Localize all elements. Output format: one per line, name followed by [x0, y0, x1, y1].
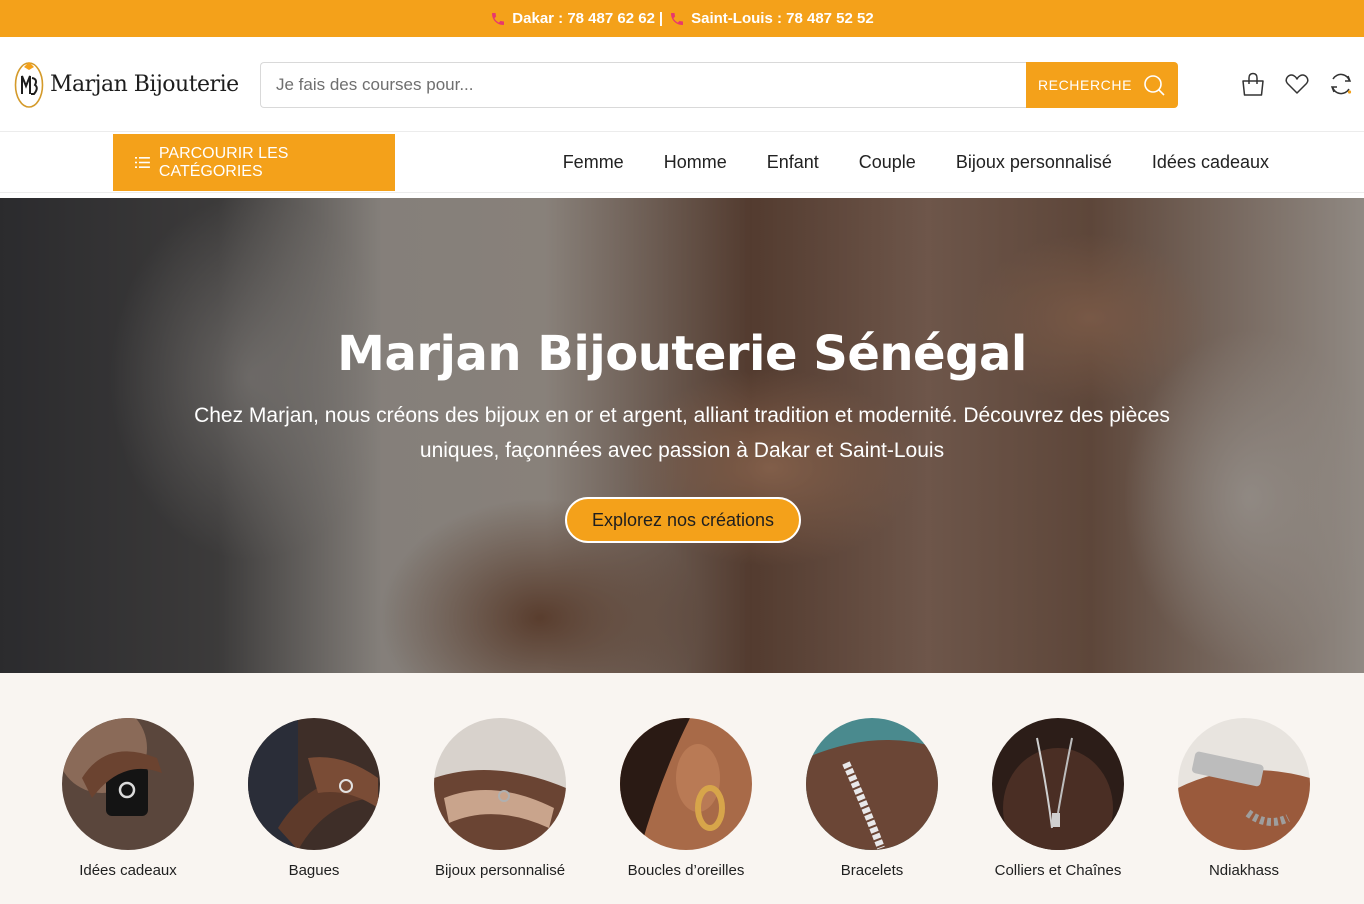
wishlist-button[interactable] — [1284, 70, 1310, 98]
browse-categories-button[interactable]: PARCOURIR LES CATÉGORIES — [113, 134, 395, 191]
nav-links: Femme Homme Enfant Couple Bijoux personn… — [563, 133, 1269, 191]
site-logo[interactable]: Marjan Bijouterie — [14, 58, 239, 110]
necklace-photo — [992, 718, 1124, 850]
saint-louis-phone-text: Saint-Louis : 78 487 52 52 — [691, 10, 874, 27]
category-image — [806, 718, 938, 850]
category-idees-cadeaux[interactable]: Idées cadeaux — [35, 718, 221, 879]
dakar-phone[interactable]: Dakar : 78 487 62 62 — [490, 10, 655, 27]
nav-link-idees-cadeaux[interactable]: Idées cadeaux — [1152, 152, 1269, 173]
category-image — [434, 718, 566, 850]
refresh-icon — [1330, 73, 1352, 95]
category-boucles-oreilles[interactable]: Boucles d’oreilles — [593, 718, 779, 879]
dakar-phone-text: Dakar : 78 487 62 62 — [512, 10, 655, 27]
category-bagues[interactable]: Bagues — [221, 718, 407, 879]
shopping-bag-icon — [1242, 72, 1264, 96]
search-icon — [1144, 75, 1165, 96]
category-label: Colliers et Chaînes — [994, 862, 1122, 879]
hero-description: Chez Marjan, nous créons des bijoux en o… — [194, 404, 1170, 462]
category-label: Bracelets — [840, 862, 904, 879]
category-image — [620, 718, 752, 850]
logo-mark-icon — [14, 62, 44, 108]
logo-text: Marjan Bijouterie — [50, 71, 239, 97]
category-image — [62, 718, 194, 850]
category-image — [248, 718, 380, 850]
search-button[interactable]: RECHERCHE — [1026, 62, 1178, 108]
contact-separator: | — [658, 10, 664, 27]
category-label: Boucles d’oreilles — [627, 862, 745, 879]
hero-title: Marjan Bijouterie Sénégal — [337, 326, 1027, 382]
nav-link-couple[interactable]: Couple — [859, 152, 916, 173]
heart-icon — [1285, 74, 1309, 94]
hero-banner: Marjan Bijouterie Sénégal Chez Marjan, n… — [0, 198, 1364, 673]
nav-link-enfant[interactable]: Enfant — [767, 152, 819, 173]
category-label: Bagues — [288, 862, 340, 879]
nav-link-femme[interactable]: Femme — [563, 152, 624, 173]
category-label: Ndiakhass — [1208, 862, 1280, 879]
contact-bar: Dakar : 78 487 62 62 | Saint-Louis : 78 … — [0, 0, 1364, 37]
category-bracelets[interactable]: Bracelets — [779, 718, 965, 879]
phone-icon — [492, 12, 505, 25]
bracelet-photo — [806, 718, 938, 850]
nav-link-homme[interactable]: Homme — [664, 152, 727, 173]
cart-button[interactable] — [1240, 70, 1266, 98]
category-carousel: Idées cadeaux Bagues Bijoux personnalisé… — [0, 673, 1364, 904]
browse-categories-label: PARCOURIR LES CATÉGORIES — [158, 144, 289, 180]
cuff-bracelet-photo — [1178, 718, 1310, 850]
search-bar: RECHERCHE — [260, 62, 1178, 108]
category-bijoux-personnalise[interactable]: Bijoux personnalisé — [407, 718, 593, 879]
category-image — [992, 718, 1124, 850]
list-icon — [135, 157, 150, 168]
site-header: Marjan Bijouterie RECHERCHE — [0, 37, 1364, 132]
header-actions — [1240, 70, 1354, 98]
category-ndiakhass[interactable]: Ndiakhass — [1151, 718, 1337, 879]
category-label: Bijoux personnalisé — [434, 862, 566, 879]
search-button-label: RECHERCHE — [1037, 77, 1133, 93]
search-input[interactable] — [260, 62, 1026, 108]
compare-button[interactable] — [1328, 70, 1354, 98]
category-image — [1178, 718, 1310, 850]
category-colliers-chaines[interactable]: Colliers et Chaînes — [965, 718, 1151, 879]
hero-content: Marjan Bijouterie Sénégal Chez Marjan, n… — [0, 198, 1364, 673]
category-label: Idées cadeaux — [79, 862, 177, 879]
nav-link-bijoux-personnalise[interactable]: Bijoux personnalisé — [956, 152, 1112, 173]
couple-rings-photo — [434, 718, 566, 850]
ring-box-photo — [62, 718, 194, 850]
earring-photo — [620, 718, 752, 850]
ring-hands-photo — [248, 718, 380, 850]
phone-icon — [671, 12, 684, 25]
main-navigation: PARCOURIR LES CATÉGORIES Femme Homme Enf… — [0, 133, 1364, 193]
explore-creations-button[interactable]: Explorez nos créations — [565, 497, 801, 543]
saint-louis-phone[interactable]: Saint-Louis : 78 487 52 52 — [669, 10, 874, 27]
